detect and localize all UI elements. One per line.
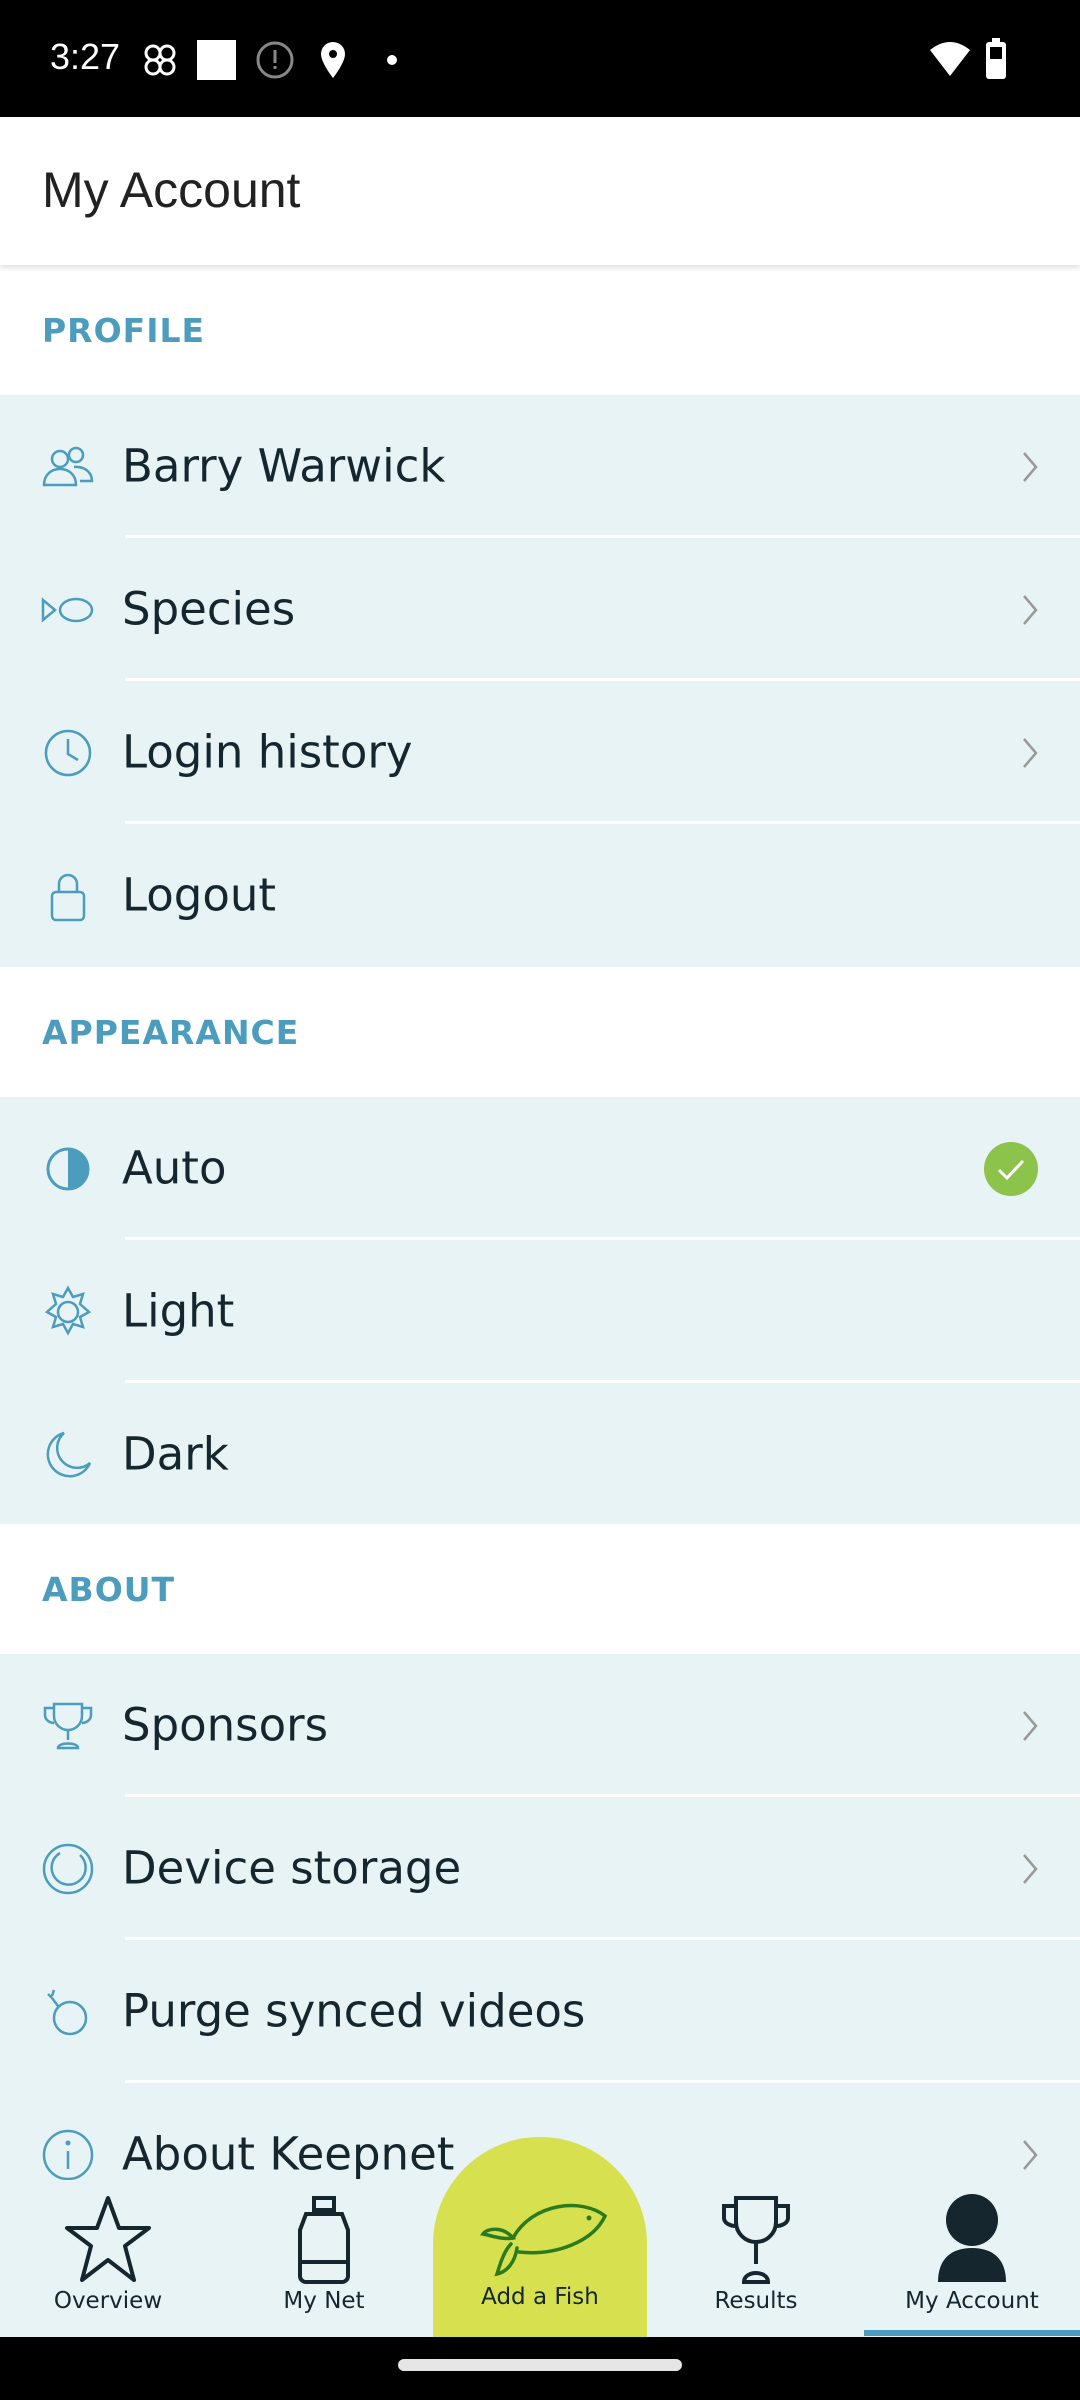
item-label: Purge synced videos (122, 1983, 586, 2037)
fish-icon (480, 2203, 608, 2277)
list-item-login-history[interactable]: Login history (0, 681, 1080, 824)
dot-icon (387, 55, 397, 65)
sun-icon (44, 1284, 92, 1336)
section-appearance: APPEARANCE (0, 967, 1080, 1097)
home-handle[interactable] (398, 2359, 682, 2371)
chevron-right-icon (1023, 1710, 1038, 1741)
tab-label: My Account (905, 2288, 1039, 2314)
section-label: PROFILE (42, 311, 206, 350)
chevron-right-icon (1023, 451, 1038, 482)
list-item-light[interactable]: Light (0, 1240, 1080, 1383)
page-title: My Account (42, 162, 301, 218)
person-icon (938, 2194, 1006, 2282)
item-label: Barry Warwick (122, 438, 446, 492)
tab-label: My Net (283, 2288, 365, 2314)
lock-icon (50, 873, 86, 921)
tab-overview[interactable]: Overview (0, 2180, 216, 2337)
item-label: Dark (122, 1426, 229, 1480)
tab-results[interactable]: Results (648, 2180, 864, 2337)
chevron-right-icon (1023, 2139, 1038, 2170)
item-label: Logout (122, 867, 277, 921)
status-bar: 3:27 (0, 0, 1080, 117)
app-header: My Account (0, 117, 1080, 265)
system-nav-bar (0, 2337, 1080, 2400)
item-label: Light (122, 1283, 235, 1337)
tab-my-net[interactable]: My Net (216, 2180, 432, 2337)
item-label: Device storage (122, 1840, 462, 1894)
tab-add-fish[interactable]: Add a Fish (432, 2180, 648, 2337)
tab-my-account[interactable]: My Account (864, 2180, 1080, 2337)
active-tab-indicator (864, 2330, 1080, 2336)
wifi-icon (930, 42, 970, 76)
star-icon (65, 2196, 151, 2282)
fish-outline-icon (41, 596, 94, 623)
section-label: APPEARANCE (42, 1013, 300, 1052)
item-label: Sponsors (122, 1697, 329, 1751)
list-item-dark[interactable]: Dark (0, 1383, 1080, 1526)
list-item-profile-name[interactable]: Barry Warwick (0, 395, 1080, 538)
moon-icon (46, 1431, 92, 1477)
trophy-icon (43, 1702, 93, 1749)
tab-label: Results (714, 2288, 798, 2314)
trophy-icon (722, 2196, 790, 2284)
storage-ring-icon (42, 1843, 94, 1894)
list-item-purge-videos[interactable]: Purge synced videos (0, 1940, 1080, 2083)
chevron-right-icon (1023, 737, 1038, 768)
status-time: 3:27 (50, 36, 121, 77)
battery-icon (986, 38, 1006, 79)
section-about: ABOUT (0, 1524, 1080, 1654)
square-icon (197, 40, 236, 80)
list-item-species[interactable]: Species (0, 538, 1080, 681)
chevron-right-icon (1023, 1853, 1038, 1884)
pinwheel-icon (144, 44, 176, 76)
alert-circle-icon (256, 41, 294, 79)
keepnet-jar-icon (298, 2196, 350, 2284)
section-label: ABOUT (42, 1570, 176, 1609)
list-item-logout[interactable]: Logout (0, 824, 1080, 967)
location-icon (321, 42, 345, 78)
item-label: Species (122, 581, 296, 635)
half-circle-icon (46, 1147, 90, 1190)
tab-label: Overview (53, 2288, 163, 2314)
list-item-sponsors[interactable]: Sponsors (0, 1654, 1080, 1797)
users-icon (42, 446, 94, 486)
section-profile: PROFILE (0, 265, 1080, 395)
item-label: About Keepnet (122, 2126, 455, 2180)
item-label: Auto (122, 1140, 227, 1194)
item-label: Login history (122, 724, 413, 778)
info-icon (42, 2129, 94, 2180)
tab-label: Add a Fish (481, 2284, 599, 2310)
list-item-auto[interactable]: Auto (0, 1097, 1080, 1240)
list-item-device-storage[interactable]: Device storage (0, 1797, 1080, 1940)
chevron-right-icon (1023, 594, 1038, 625)
bomb-icon (47, 1989, 88, 2035)
selected-check-icon (984, 1141, 1038, 1196)
clock-icon (44, 729, 92, 776)
